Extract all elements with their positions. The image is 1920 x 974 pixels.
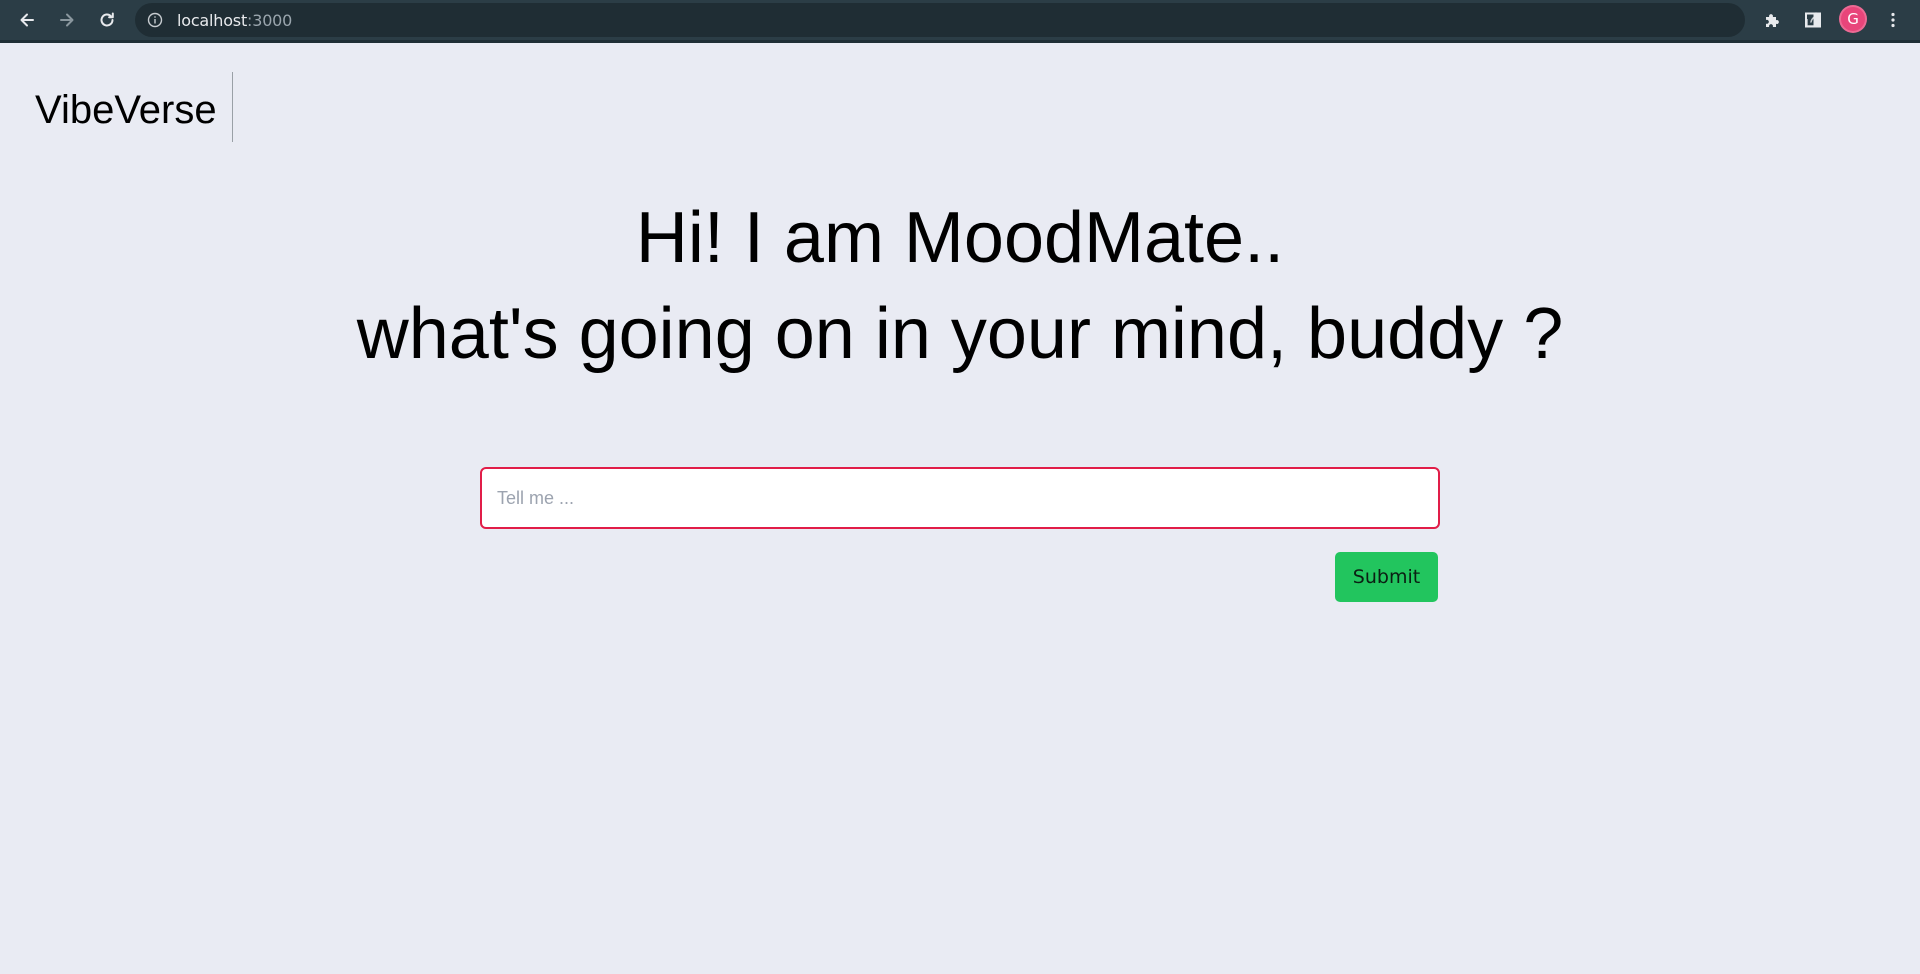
arrow-left-icon [20, 13, 34, 27]
header-divider [232, 72, 233, 142]
page-headline: Hi! I am MoodMate.. what's going on in y… [0, 190, 1920, 382]
brand-logo-text[interactable]: VibeVerse [35, 88, 217, 132]
headline-line-2: what's going on in your mind, buddy ? [356, 294, 1564, 374]
forward-button[interactable] [53, 6, 81, 34]
url-text[interactable]: localhost:3000 [177, 11, 292, 30]
url-port: :3000 [247, 11, 293, 30]
headline-line-1: Hi! I am MoodMate.. [635, 198, 1285, 278]
address-bar[interactable]: localhost:3000 [135, 3, 1863, 37]
profile-avatar[interactable]: G [1839, 5, 1867, 33]
reload-icon [100, 12, 114, 27]
kebab-menu-icon [1891, 12, 1895, 28]
submit-button[interactable]: Submit [1335, 552, 1438, 602]
browser-toolbar: localhost:3000 G [0, 0, 1920, 43]
mood-text-input[interactable] [480, 467, 1440, 529]
side-panel-button[interactable] [1799, 6, 1827, 34]
back-button[interactable] [13, 6, 41, 34]
extensions-button[interactable] [1759, 6, 1787, 34]
puzzle-icon [1766, 14, 1779, 27]
reload-button[interactable] [93, 6, 121, 34]
info-icon[interactable] [147, 12, 163, 28]
side-panel-icon [1805, 12, 1821, 28]
url-host: localhost [177, 11, 248, 30]
browser-menu-button[interactable] [1879, 6, 1907, 34]
arrow-right-icon [60, 13, 74, 27]
